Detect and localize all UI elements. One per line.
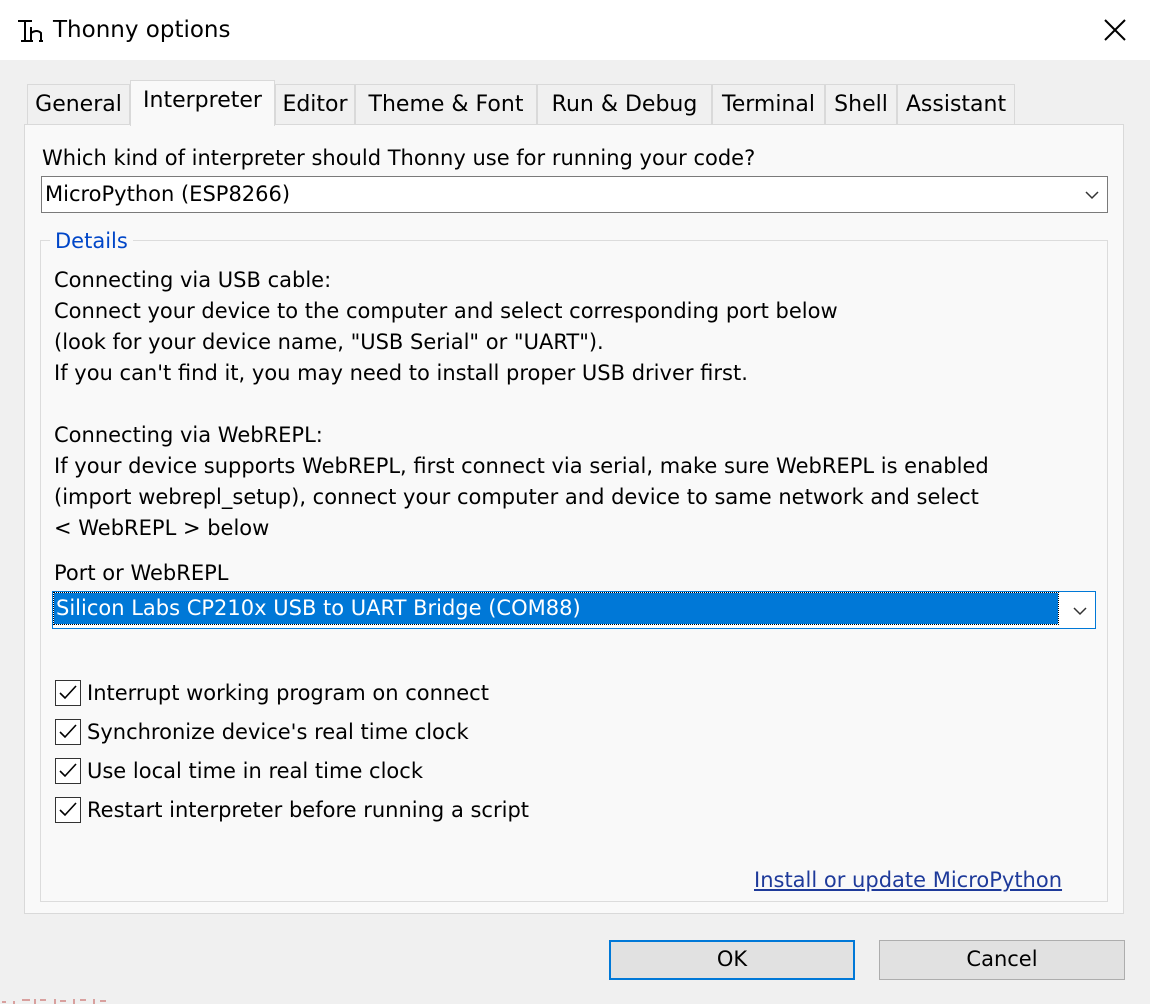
tab-shell[interactable]: Shell xyxy=(825,84,897,124)
interrupt-checkbox[interactable] xyxy=(55,680,81,706)
checkmark-icon xyxy=(59,724,77,739)
install-micropython-link[interactable]: Install or update MicroPython xyxy=(754,865,1062,895)
options-dialog: Thonny options General Interpreter Edito… xyxy=(0,0,1150,1004)
window-title: Thonny options xyxy=(53,17,231,43)
tab-assistant[interactable]: Assistant xyxy=(897,84,1015,124)
port-label: Port or WebREPL xyxy=(54,561,229,585)
decorative-marks xyxy=(2,999,106,1004)
title-bar: Thonny options xyxy=(0,0,1150,60)
tab-run-debug[interactable]: Run & Debug xyxy=(537,84,712,124)
port-select-value: Silicon Labs CP210x USB to UART Bridge (… xyxy=(56,596,581,620)
restart-interpreter-checkbox[interactable] xyxy=(55,797,81,823)
restart-interpreter-checkbox-label[interactable]: Restart interpreter before running a scr… xyxy=(87,795,529,825)
thonny-app-icon xyxy=(17,17,45,45)
local-time-checkbox-label[interactable]: Use local time in real time clock xyxy=(87,756,423,786)
tab-interpreter[interactable]: Interpreter xyxy=(130,80,275,126)
chevron-down-icon xyxy=(1077,177,1107,212)
checkmark-icon xyxy=(59,685,77,700)
local-time-checkbox[interactable] xyxy=(55,758,81,784)
usb-instruction-line: If you can't find it, you may need to in… xyxy=(54,361,748,385)
tab-theme-font[interactable]: Theme & Font xyxy=(355,84,537,124)
close-icon xyxy=(1104,19,1126,41)
port-select[interactable]: Silicon Labs CP210x USB to UART Bridge (… xyxy=(52,591,1096,629)
ok-button[interactable]: OK xyxy=(609,940,855,980)
tab-editor[interactable]: Editor xyxy=(275,84,355,124)
checkmark-icon xyxy=(59,763,77,778)
webrepl-instruction-line: If your device supports WebREPL, first c… xyxy=(54,454,989,478)
usb-instruction-line: (look for your device name, "USB Serial"… xyxy=(54,330,604,354)
details-group-title: Details xyxy=(50,226,133,256)
usb-instruction-line: Connect your device to the computer and … xyxy=(54,299,838,323)
interpreter-select-value: MicroPython (ESP8266) xyxy=(45,182,291,206)
sync-clock-checkbox[interactable] xyxy=(55,719,81,745)
interrupt-checkbox-label[interactable]: Interrupt working program on connect xyxy=(87,678,489,708)
close-button[interactable] xyxy=(1078,0,1150,60)
interpreter-question: Which kind of interpreter should Thonny … xyxy=(42,146,756,170)
webrepl-heading: Connecting via WebREPL: xyxy=(54,423,323,447)
tab-general[interactable]: General xyxy=(27,84,130,124)
usb-heading: Connecting via USB cable: xyxy=(54,268,332,292)
tab-terminal[interactable]: Terminal xyxy=(712,84,825,124)
checkmark-icon xyxy=(59,802,77,817)
sync-clock-checkbox-label[interactable]: Synchronize device's real time clock xyxy=(87,717,469,747)
chevron-down-icon xyxy=(1065,592,1095,628)
cancel-button[interactable]: Cancel xyxy=(879,940,1125,980)
webrepl-instruction-line: (import webrepl_setup), connect your com… xyxy=(54,485,979,509)
interpreter-select[interactable]: MicroPython (ESP8266) xyxy=(41,176,1108,213)
webrepl-instruction-line: < WebREPL > below xyxy=(54,516,270,540)
